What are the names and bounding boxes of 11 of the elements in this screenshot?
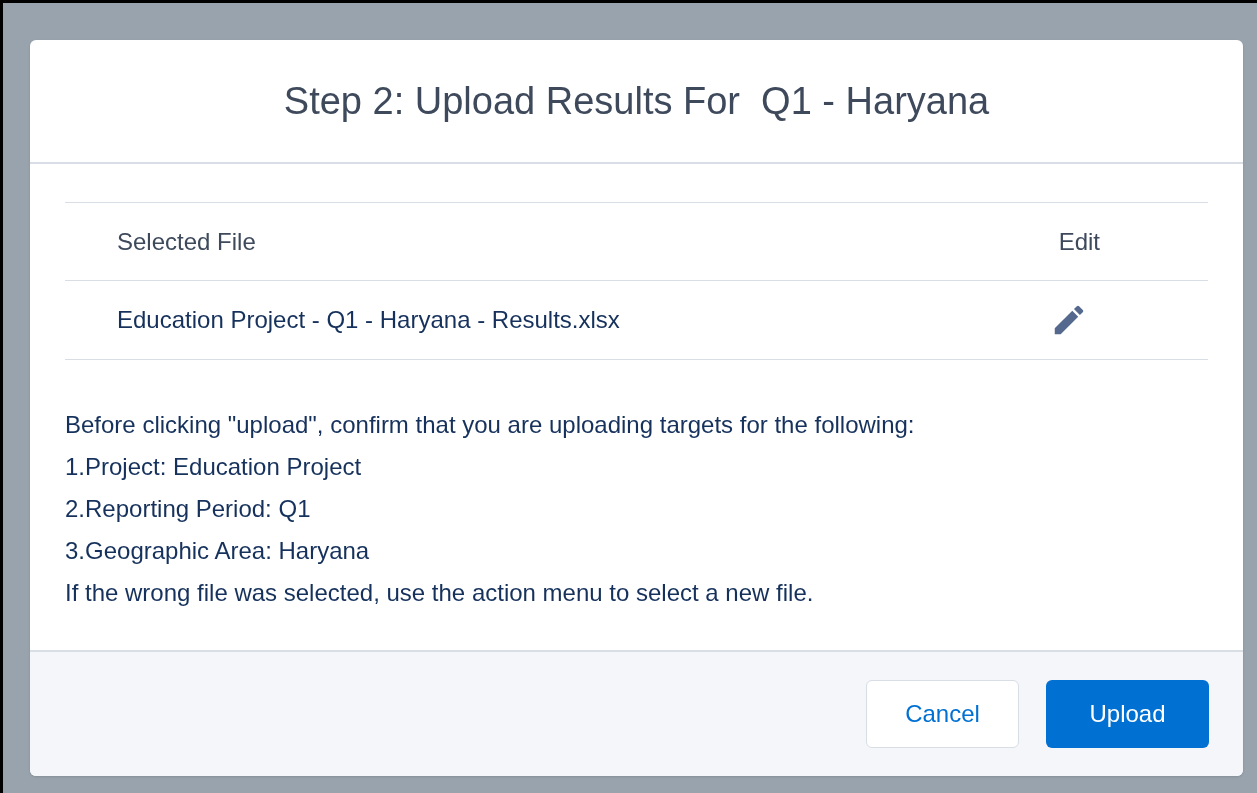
- cancel-button[interactable]: Cancel: [866, 680, 1019, 748]
- file-name: Education Project - Q1 - Haryana - Results.xlsx: [117, 305, 621, 335]
- instruction-text: 3.Geographic Area: Haryana: [65, 536, 370, 566]
- instruction-text: If the wrong file was selected, use the action menu to select a new file.: [65, 578, 814, 608]
- instruction-text: 1.Project: Education Project: [65, 452, 362, 482]
- column-header: Edit: [1058, 226, 1100, 257]
- modal-title: Step 2: Upload Results For Q1 - Haryana: [283, 78, 990, 124]
- instruction-text: Before clicking "upload", confirm that you are uploading targets for the following:: [65, 410, 915, 440]
- upload-button[interactable]: Upload: [1046, 680, 1209, 748]
- instruction-text: 2.Reporting Period: Q1: [65, 494, 311, 524]
- column-header: Selected File: [117, 226, 256, 257]
